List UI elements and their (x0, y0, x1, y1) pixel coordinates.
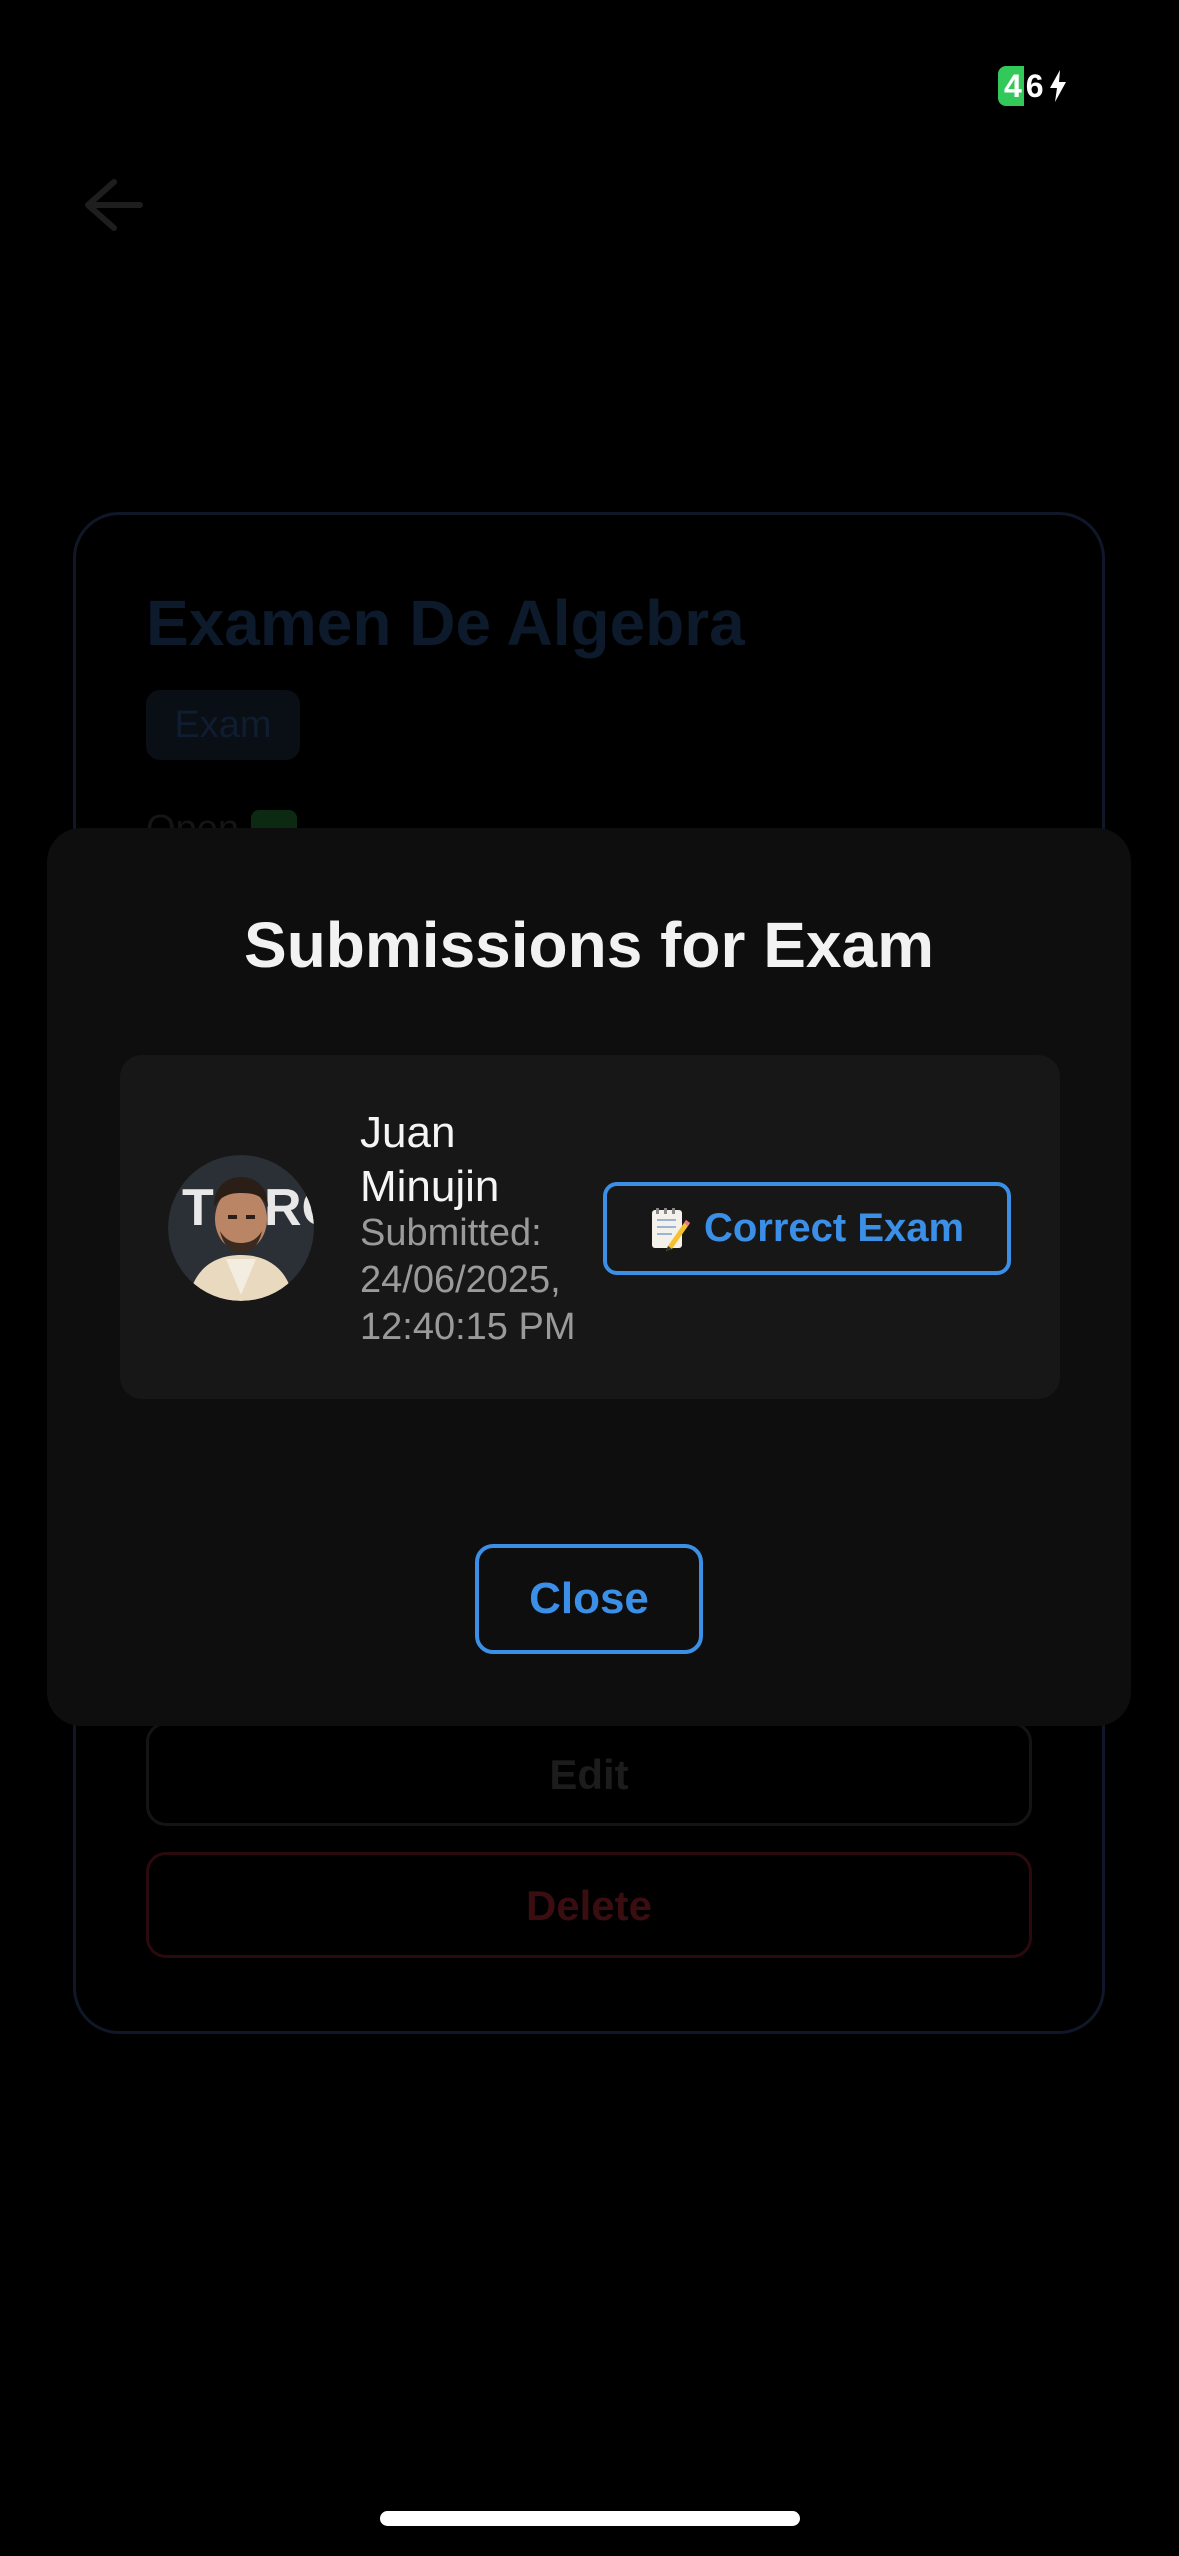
edit-button[interactable]: Edit (146, 1722, 1032, 1826)
exam-type-chip: Exam (146, 690, 300, 760)
close-button[interactable]: Close (475, 1544, 703, 1654)
home-indicator[interactable] (380, 2511, 800, 2526)
avatar-image: T RO (168, 1155, 314, 1301)
submitted-timestamp: Submitted: 24/06/2025, 12:40:15 PM (360, 1212, 576, 1348)
correct-exam-button[interactable]: Correct Exam (603, 1182, 1011, 1275)
arrow-left-icon[interactable] (70, 170, 150, 240)
memo-icon (651, 1207, 690, 1251)
svg-text:T: T (182, 1179, 214, 1237)
student-name: Juan Minujin (360, 1108, 500, 1211)
submissions-modal: Submissions for Exam T RO Juan Minujin S… (47, 828, 1131, 1726)
status-bar: 46 (0, 0, 1179, 140)
modal-title: Submissions for Exam (244, 909, 934, 981)
delete-button[interactable]: Delete (146, 1852, 1032, 1958)
correct-exam-label: Correct Exam (703, 1206, 965, 1250)
exam-title: Examen De Algebra (146, 587, 745, 659)
battery-level-rest: 6 (1023, 66, 1046, 106)
bolt-icon (1049, 70, 1066, 102)
student-avatar: T RO (168, 1155, 314, 1301)
battery-level-fill: 4 (998, 66, 1024, 106)
battery-indicator: 46 (998, 66, 1068, 106)
